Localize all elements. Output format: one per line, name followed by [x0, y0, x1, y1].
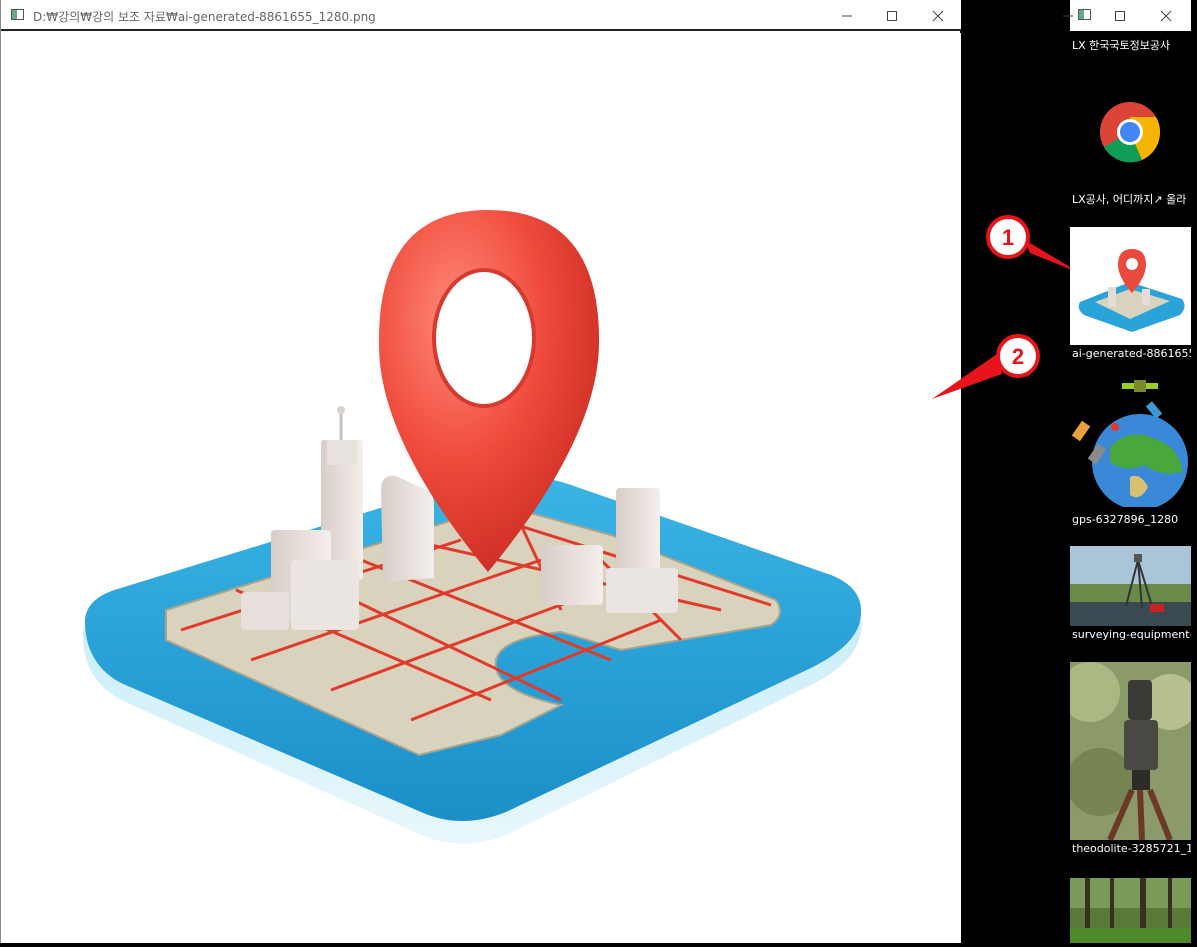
minimize-icon	[842, 15, 852, 16]
thumbnail-item[interactable]: LX 한국국토정보공사	[1070, 31, 1191, 91]
viewer-title-bar[interactable]: D:₩강의₩강의 보조 자료₩ai-generated-8861655_1280…	[1, 0, 961, 31]
globe-satellite-thumbnail	[1071, 380, 1188, 510]
thumbnail-strip-window: LX 한국국토정보공사 LX공사, 어디까지↗ 올라 ai-generated-…	[1063, 0, 1191, 943]
strip-minimize-button[interactable]	[1048, 0, 1088, 31]
close-icon	[932, 10, 944, 21]
map-pin-illustration	[82, 210, 862, 844]
thumbnail-label: surveying-equipment-3	[1072, 628, 1191, 641]
image-viewer-icon	[11, 9, 24, 20]
thumbnail-label: theodolite-3285721_1280	[1072, 842, 1191, 855]
image-canvas	[1, 33, 961, 943]
thumbnail-item[interactable]: gps-6327896_1280	[1070, 377, 1191, 527]
maximize-icon	[1115, 10, 1125, 21]
callout-2: 2	[930, 334, 1045, 408]
thumbnail-item-selected[interactable]: ai-generated-8861655_1280	[1070, 227, 1191, 365]
strip-maximize-button[interactable]	[1100, 0, 1140, 31]
svg-text:1: 1	[1002, 225, 1014, 250]
theodolite-thumbnail	[1070, 662, 1191, 842]
thumbnail-label: LX공사, 어디까지↗ 올라	[1072, 193, 1187, 206]
chrome-icon	[1100, 102, 1161, 163]
thumbnail-label: ai-generated-8861655_1280	[1072, 347, 1191, 360]
thumbnail-label: gps-6327896_1280	[1072, 513, 1179, 526]
thumbnail-item[interactable]: LX공사, 어디까지↗ 올라	[1070, 91, 1191, 226]
strip-close-button[interactable]	[1146, 0, 1186, 31]
thumbnail-label: LX 한국국토정보공사	[1072, 39, 1171, 52]
minimize-icon	[1063, 15, 1073, 16]
maximize-button[interactable]	[869, 0, 915, 31]
minimize-button[interactable]	[824, 0, 870, 31]
close-icon	[1160, 10, 1172, 21]
callout-arrow-2-icon: 2	[932, 334, 1040, 399]
strip-title-bar[interactable]	[1063, 0, 1191, 31]
map-pin-thumbnail	[1070, 227, 1191, 345]
thumbnail-item[interactable]: theodolite-3285721_1280	[1070, 662, 1191, 858]
thumbnail-item[interactable]	[1070, 878, 1191, 943]
thumbnail-item[interactable]: surveying-equipment-3	[1070, 546, 1191, 658]
survey-lake-thumbnail	[1070, 546, 1191, 626]
forest-thumbnail	[1070, 878, 1191, 943]
viewer-title: D:₩강의₩강의 보조 자료₩ai-generated-8861655_1280…	[33, 10, 376, 24]
image-viewer-window: D:₩강의₩강의 보조 자료₩ai-generated-8861655_1280…	[0, 0, 961, 943]
svg-text:2: 2	[1012, 344, 1024, 369]
maximize-icon	[887, 10, 897, 21]
close-button[interactable]	[915, 0, 961, 31]
